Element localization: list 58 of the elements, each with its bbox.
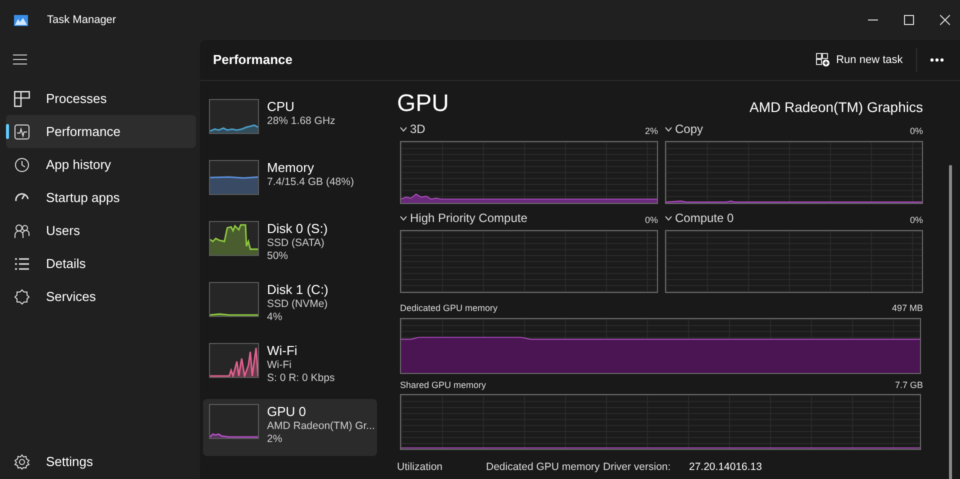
nav-item[interactable]: Users [6,214,196,247]
memory-label: Shared GPU memory [400,378,486,392]
engine-label: Copy [675,121,704,138]
engine-value: 0% [644,214,658,226]
window-title: Task Manager [47,12,116,28]
nav-item[interactable]: Processes [6,82,196,115]
usage-graph [209,221,259,256]
engine-label: 3D [410,121,426,138]
list-icon [14,256,30,272]
engine-value: 2% [644,124,658,138]
engine-label: High Priority Compute [410,210,528,227]
device-item[interactable]: Wi-Fi Wi-Fi S: 0 R: 0 Kbps [203,338,377,395]
device-item[interactable]: GPU 0 AMD Radeon(TM) Gr... 2% [203,399,377,456]
memory-value: 497 MB [892,302,923,315]
usage-graph [209,343,259,378]
device-title: GPU [397,91,450,117]
app-icon [14,14,28,26]
memory-value: 7.7 GB [894,378,923,392]
close-icon[interactable] [940,15,950,25]
stat-label: Driver version: [603,460,672,475]
scrollbar[interactable] [949,165,952,479]
memory-label: Dedicated GPU memory [400,302,498,315]
chevron-icon[interactable] [665,216,672,220]
nav-item[interactable]: Services [6,280,196,313]
chevron-icon[interactable] [400,126,407,132]
run-task-icon [816,53,830,67]
nav-item[interactable]: Startup apps [6,181,196,214]
settings-icon [14,454,30,470]
stat-label: Utilization [397,460,444,475]
device-item[interactable]: Disk 1 (C:) SSD (NVMe) 4% [203,277,377,334]
engine-value: 0% [910,214,923,226]
engine-value: 0% [910,124,923,138]
page-title: Performance [213,51,292,70]
usage-graph [209,99,259,134]
usage-graph [209,404,259,439]
chevron-icon[interactable] [665,126,672,132]
device-item[interactable]: Memory 7.4/15.4 GB (48%) [203,155,377,212]
chevron-icon[interactable] [400,216,407,220]
nav-item[interactable]: App history [6,148,196,181]
usage-graph [209,282,259,317]
history-icon [14,156,30,172]
engine-label: Compute 0 [675,210,734,227]
menu-icon[interactable] [13,54,27,65]
nav-item[interactable]: Details [6,247,196,280]
device-item[interactable]: Disk 0 (S:) SSD (SATA) 50% [203,216,377,273]
processes-icon [14,90,30,106]
usage-graph [209,160,259,195]
performance-icon [14,124,30,140]
stat-label: Dedicated GPU memory [486,460,601,475]
more-options-icon[interactable] [930,58,944,62]
settings-nav-item[interactable]: Settings [6,445,196,478]
users-icon [14,222,30,238]
device-item[interactable]: CPU 28% 1.68 GHz [203,94,377,151]
maximize-icon[interactable] [904,15,914,25]
run-new-task-button[interactable]: Run new task [812,48,906,72]
device-model: AMD Radeon(TM) Graphics [750,98,923,117]
stat-label: 27.20.14016.13 [689,460,762,475]
nav-item[interactable]: Performance [6,115,196,148]
